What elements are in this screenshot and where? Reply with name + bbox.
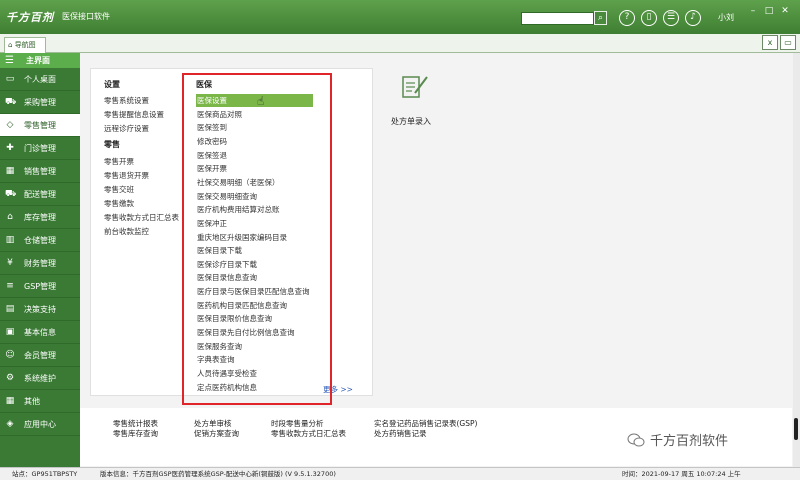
sidebar-item[interactable]: ⛟ 配送管理 — [0, 183, 80, 206]
yen-icon: ¥ — [7, 258, 13, 268]
sidebar-item-label: 会员管理 — [24, 351, 56, 360]
sidebar-item-label: 财务管理 — [24, 259, 56, 268]
tab-strip: ⌂ 导航图 — [0, 34, 800, 53]
scrollbar-thumb[interactable] — [794, 418, 798, 440]
sidebar-item-label: 决策支持 — [24, 305, 56, 314]
bell-icon[interactable]: ♪ — [685, 10, 701, 26]
search-input[interactable] — [521, 12, 594, 25]
sidebar-item[interactable]: ▦ 销售管理 — [0, 160, 80, 183]
sidebar-item-label: 零售管理 — [24, 121, 56, 130]
mouse-cursor-icon: ☝ — [257, 94, 265, 108]
menu-item[interactable]: 零售退货开票 — [104, 170, 149, 181]
sidebar-item[interactable]: ⚙ 系统维护 — [0, 367, 80, 390]
sidebar-item-label: 应用中心 — [24, 420, 56, 429]
highlight-box — [182, 73, 332, 405]
sidebar-item-label: 仓储管理 — [24, 236, 56, 245]
sidebar-item[interactable]: ¥ 财务管理 — [0, 252, 80, 275]
bottom-link[interactable]: 处方药销售记录 — [374, 428, 427, 439]
app-title: 医保接口软件 — [62, 12, 110, 21]
sidebar-item-label: 配送管理 — [24, 190, 56, 199]
bottom-link[interactable]: 零售库存查询 — [113, 428, 158, 439]
tag-icon: ◇ — [6, 120, 14, 130]
app-logo: 千方百剂 — [6, 11, 54, 24]
watermark: 千方百剂软件 — [650, 434, 729, 449]
gsp-icon: ≡ — [6, 281, 14, 291]
menu-item[interactable]: 零售系统设置 — [104, 95, 149, 106]
sidebar-item[interactable]: ▤ 决策支持 — [0, 298, 80, 321]
sidebar-item-label: 采购管理 — [24, 98, 56, 107]
info-icon: ▣ — [5, 327, 15, 337]
home-icon: ⌂ — [7, 212, 13, 222]
minimize-icon[interactable]: – — [746, 6, 760, 16]
settings-icon: ⚙ — [5, 373, 15, 383]
sales-icon: ▦ — [5, 166, 15, 176]
sidebar-item[interactable]: ▦ 其他 — [0, 390, 80, 413]
sidebar-item[interactable]: ✚ 门诊管理 — [0, 137, 80, 160]
sidebar-item[interactable]: ▣ 基本信息 — [0, 321, 80, 344]
status-time: 时间：2021-09-17 周五 10:07:24 上午 — [622, 470, 741, 478]
sidebar-item-label: 个人桌面 — [24, 75, 56, 84]
cart-icon: ⛟ — [5, 97, 17, 107]
wechat-icon — [627, 433, 645, 447]
sidebar: ☰ 主界面 ▭ 个人桌面 ⛟ 采购管理 ◇ 零售管理 ✚ 门诊管理 ▦ 销售管理 ⛟ 配送管理 ⌂ 库存管… — [0, 53, 80, 467]
export-excel-icon[interactable]: x — [762, 35, 778, 50]
sidebar-item-label: 门诊管理 — [24, 144, 56, 153]
title-bar: 千方百剂 医保接口软件 ⌕ ? ▯ ☰ ♪ 小刘 – □ ✕ — [0, 0, 800, 34]
sidebar-item[interactable]: ▭ 个人桌面 — [0, 68, 80, 91]
sidebar-item[interactable]: ◇ 零售管理 — [0, 114, 80, 137]
menu-item[interactable]: 零售开票 — [104, 156, 134, 167]
menu-item[interactable]: 零售缴款 — [104, 198, 134, 209]
prescription-entry-label[interactable]: 处方单录入 — [391, 116, 431, 127]
search-button[interactable]: ⌕ — [594, 11, 607, 25]
screen-icon[interactable]: ▭ — [780, 35, 796, 50]
sidebar-item-label: 系统维护 — [24, 374, 56, 383]
sidebar-item[interactable]: ☺ 会员管理 — [0, 344, 80, 367]
menu-item[interactable]: 前台收款监控 — [104, 226, 149, 237]
sidebar-item-label: 基本信息 — [24, 328, 56, 337]
current-user[interactable]: 小刘 — [718, 12, 734, 23]
sidebar-header-label: 主界面 — [26, 56, 50, 65]
settings-heading: 设置 — [104, 80, 120, 89]
phone-icon[interactable]: ▯ — [641, 10, 657, 26]
tab-navigation-label: 导航图 — [14, 41, 36, 49]
search-icon: ⌕ — [597, 13, 604, 23]
menu-item[interactable]: 远程诊疗设置 — [104, 123, 149, 134]
menu-item[interactable]: 零售收款方式日汇总表 — [104, 212, 179, 223]
warehouse-icon: ▥ — [5, 235, 15, 245]
sidebar-item[interactable]: ⛟ 采购管理 — [0, 91, 80, 114]
clinic-icon: ✚ — [6, 143, 14, 153]
bottom-link[interactable]: 零售收款方式日汇总表 — [271, 428, 346, 439]
sidebar-item-label: GSP管理 — [24, 282, 57, 291]
close-icon[interactable]: ✕ — [778, 6, 792, 16]
prescription-entry-icon[interactable] — [401, 73, 429, 99]
truck-icon: ⛟ — [5, 189, 17, 199]
chat-icon[interactable]: ☰ — [663, 10, 679, 26]
sidebar-item[interactable]: ▥ 仓储管理 — [0, 229, 80, 252]
vertical-scrollbar[interactable] — [793, 53, 800, 467]
sidebar-item[interactable]: ⌂ 库存管理 — [0, 206, 80, 229]
maximize-icon[interactable]: □ — [762, 6, 776, 16]
status-bar: 站点：GP951TBPSTY 版本信息：千方百剂GSP医药管理系统GSP-配送中… — [0, 467, 800, 480]
sidebar-item-label: 其他 — [24, 397, 40, 406]
grid-icon: ▦ — [5, 396, 15, 406]
retail-heading: 零售 — [104, 140, 120, 149]
home-tab-icon: ⌂ — [8, 41, 13, 49]
sidebar-item[interactable]: ◈ 应用中心 — [0, 413, 80, 436]
help-icon[interactable]: ? — [619, 10, 635, 26]
menu-item[interactable]: 零售提醒信息设置 — [104, 109, 164, 120]
app-icon: ◈ — [6, 419, 14, 429]
menu-icon[interactable]: ☰ — [5, 53, 14, 68]
tab-navigation[interactable]: ⌂ 导航图 — [4, 37, 46, 53]
sidebar-header[interactable]: ☰ 主界面 — [0, 53, 80, 68]
menu-item[interactable]: 零售交班 — [104, 184, 134, 195]
bottom-link[interactable]: 促销方案查询 — [194, 428, 239, 439]
sidebar-item-label: 销售管理 — [24, 167, 56, 176]
sidebar-item-label: 库存管理 — [24, 213, 56, 222]
status-version: 版本信息：千方百剂GSP医药管理系统GSP-配送中心新(铜鼓版) (V 9.5.… — [100, 470, 336, 478]
status-site: 站点：GP951TBPSTY — [12, 470, 78, 478]
member-icon: ☺ — [5, 350, 15, 360]
monitor-icon: ▭ — [5, 74, 15, 84]
sidebar-item[interactable]: ≡ GSP管理 — [0, 275, 80, 298]
chart-icon: ▤ — [5, 304, 15, 314]
